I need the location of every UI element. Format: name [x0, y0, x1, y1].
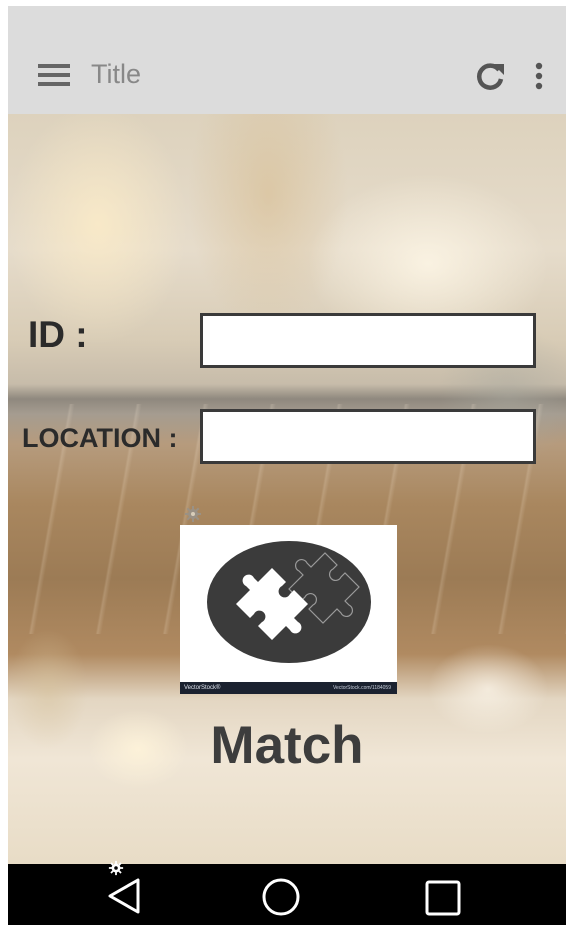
- match-label[interactable]: Match: [8, 714, 566, 778]
- puzzle-icon: [207, 541, 371, 663]
- app-title: Title: [91, 59, 142, 89]
- id-field[interactable]: [200, 313, 536, 368]
- phone-screen: Title ID : LOCATION : VectorStock® Vecto…: [8, 6, 566, 925]
- gear-icon: [185, 506, 201, 522]
- location-label: LOCATION :: [22, 423, 178, 453]
- refresh-button[interactable]: [470, 56, 510, 96]
- status-bar: [8, 6, 566, 34]
- recents-square-icon: [425, 880, 461, 916]
- image-brand-text: VectorStock®: [184, 685, 221, 691]
- app-bar: Title: [8, 34, 566, 114]
- menu-button[interactable]: [30, 58, 74, 92]
- hamburger-menu-icon-bar: [38, 82, 70, 86]
- id-label: ID :: [28, 314, 88, 355]
- system-nav-bar: [8, 860, 566, 925]
- hamburger-menu-icon-bar: [38, 73, 70, 77]
- match-image-button[interactable]: VectorStock® VectorStock.com/1184059: [180, 525, 397, 694]
- image-credit-strip: VectorStock® VectorStock.com/1184059: [180, 682, 397, 694]
- refresh-icon: [477, 63, 504, 90]
- nav-back-button[interactable]: [94, 872, 154, 920]
- back-triangle-icon: [108, 878, 140, 914]
- hamburger-menu-icon: [38, 64, 70, 68]
- nav-recents-button[interactable]: [413, 872, 473, 920]
- content-area: ID : LOCATION : VectorStock® VectorStock…: [8, 114, 566, 864]
- nav-home-button[interactable]: [251, 872, 311, 920]
- more-vertical-icon: [535, 62, 543, 90]
- home-circle-icon: [262, 878, 300, 916]
- image-ref-text: VectorStock.com/1184059: [333, 685, 391, 691]
- overflow-menu-button[interactable]: [524, 56, 554, 96]
- location-field[interactable]: [200, 409, 536, 464]
